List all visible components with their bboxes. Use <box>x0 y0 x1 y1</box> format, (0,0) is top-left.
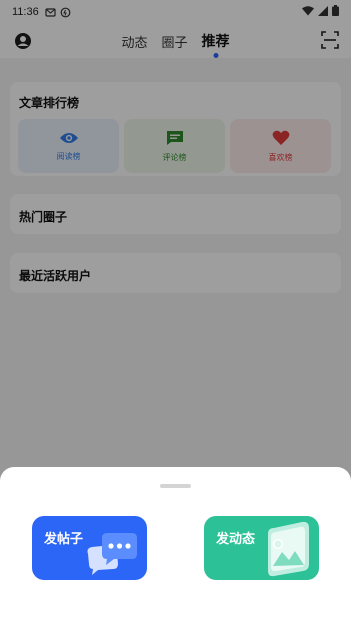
create-post-button[interactable]: 发帖子 <box>32 516 147 580</box>
sheet-drag-handle[interactable] <box>160 484 191 488</box>
create-post-label: 发帖子 <box>44 532 84 547</box>
create-moment-button[interactable]: 发动态 <box>204 516 319 580</box>
create-moment-label: 发动态 <box>216 532 256 547</box>
chat-bubbles-icon <box>87 533 137 575</box>
publish-bottom-sheet: 发帖子 发动态 <box>0 467 351 621</box>
image-icon <box>268 521 309 577</box>
